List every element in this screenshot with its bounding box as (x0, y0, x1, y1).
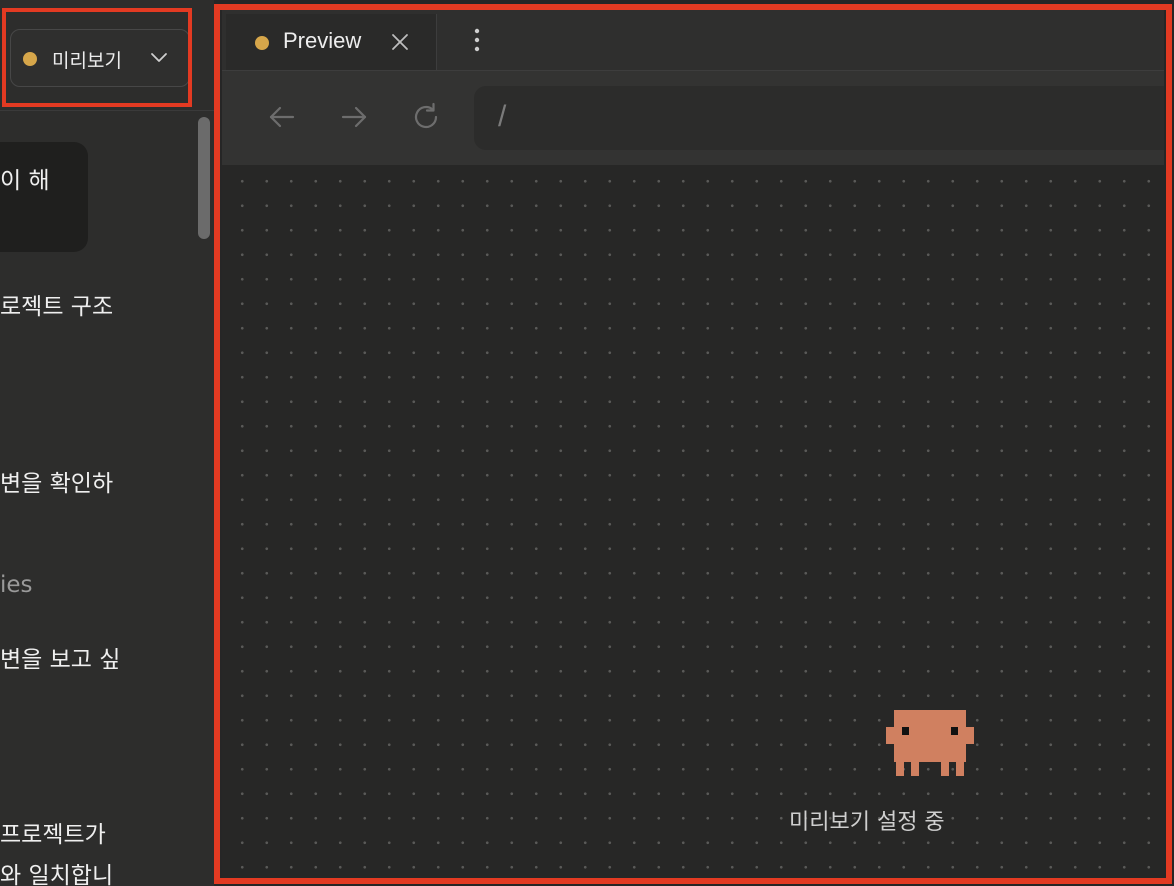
close-icon[interactable] (390, 32, 410, 52)
chat-sidebar: 미리보기 이 해 로젝트 구조 변을 확인하 ies 변을 보고 싶 프로젝트가… (0, 0, 214, 886)
preview-dropdown-label: 미리보기 (52, 50, 122, 72)
arrow-right-icon[interactable] (338, 101, 370, 133)
browser-toolbar: / (222, 71, 1164, 165)
preview-canvas: 미리보기 설정 중 (222, 165, 1164, 878)
mascot-icon (886, 710, 974, 776)
chevron-down-icon (151, 53, 167, 62)
url-text: / (498, 100, 507, 133)
chat-text-line: 로젝트 구조 (0, 294, 114, 320)
tab-label: Preview (283, 28, 362, 53)
tab-preview[interactable]: Preview (226, 14, 437, 70)
url-input[interactable]: / (474, 86, 1164, 150)
user-message-bubble (0, 142, 88, 252)
preview-dropdown[interactable]: 미리보기 (10, 29, 190, 87)
chat-text-line: 와 일치합니 (0, 863, 114, 886)
chat-text-line: ies (0, 572, 33, 598)
arrow-left-icon[interactable] (266, 101, 298, 133)
preview-status-message: 미리보기 설정 중 (789, 810, 945, 835)
chat-text-line: 프로젝트가 (0, 822, 106, 848)
reload-icon[interactable] (410, 101, 442, 133)
status-dot (255, 36, 269, 50)
sidebar-scrollbar[interactable] (198, 117, 210, 239)
chat-text-line: 변을 확인하 (0, 471, 114, 497)
chat-text-line: 변을 보고 싶 (0, 647, 121, 673)
status-dot (23, 52, 37, 66)
chat-message-list: 이 해 로젝트 구조 변을 확인하 ies 변을 보고 싶 프로젝트가 와 일치… (0, 111, 214, 886)
chat-text-line: 이 해 (0, 168, 50, 194)
vertical-ellipsis-icon[interactable] (470, 26, 484, 54)
tab-bar: Preview (222, 10, 1164, 71)
preview-pane: Preview / 미리보기 설정 중 (222, 10, 1164, 878)
pane-resize-handle[interactable] (214, 708, 218, 752)
sidebar-header: 미리보기 (0, 0, 214, 111)
